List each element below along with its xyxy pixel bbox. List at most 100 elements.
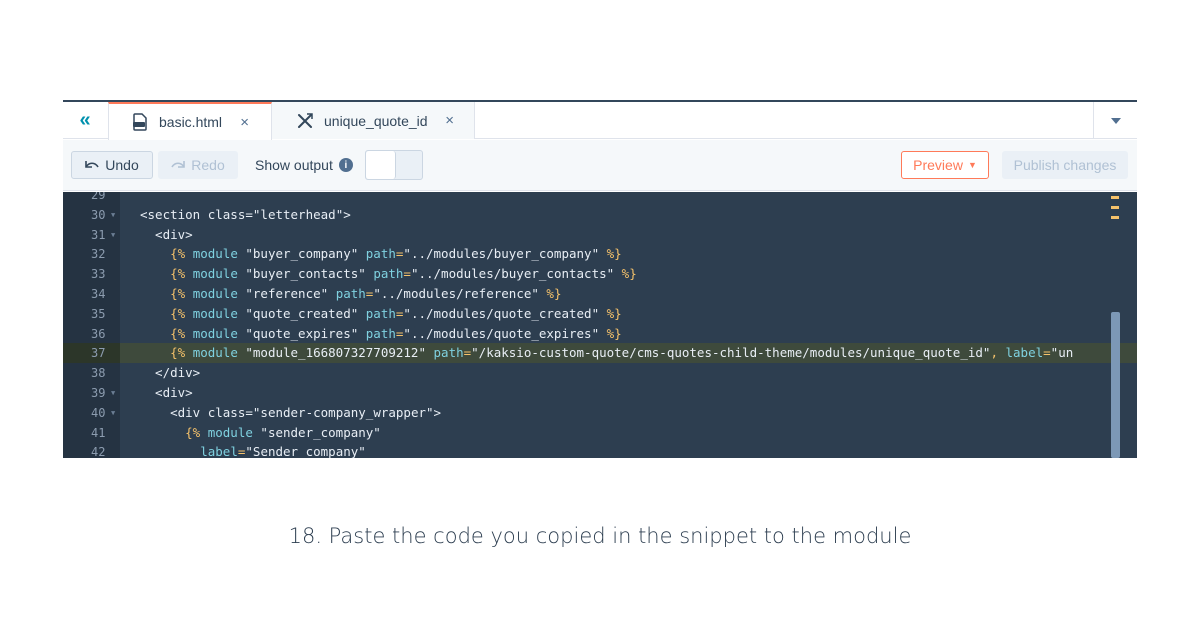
fold-arrow-icon[interactable]: ▼ [111, 225, 115, 245]
code-token: <div [140, 404, 208, 420]
code-text: <div class="sender-company_wrapper"> [140, 403, 441, 423]
code-text: {% module "sender_company" [140, 423, 381, 443]
code-line[interactable]: 40 ▼ <div class="sender-company_wrapper"> [63, 403, 1137, 423]
show-output-label: Show output i [255, 157, 353, 173]
code-token: "../modules/quote_expires" [403, 325, 600, 341]
code-token: "../modules/buyer_company" [403, 246, 600, 262]
undo-icon [85, 160, 99, 170]
tab-bar: « basic.html × unique_quote_id × [63, 102, 1137, 140]
line-number: 38 [91, 366, 106, 381]
publish-label: Publish changes [1013, 157, 1117, 173]
preview-label: Preview [913, 157, 963, 173]
caret-down-icon: ▼ [967, 160, 977, 170]
code-line[interactable]: 41 {% module "sender_company" [63, 423, 1137, 443]
change-marker [1111, 206, 1119, 209]
tab-basic-html[interactable]: basic.html × [108, 102, 272, 140]
publish-changes-button[interactable]: Publish changes [1002, 151, 1128, 179]
step-caption: 18. Paste the code you copied in the sni… [288, 524, 912, 548]
code-editor[interactable]: 29 30 ▼ <section class="letterhead"> 31 ▼ <di… [63, 192, 1137, 458]
code-text: {% module "buyer_company" path="../modul… [140, 244, 622, 264]
close-icon[interactable]: × [445, 112, 454, 129]
code-token: %} [614, 266, 637, 282]
line-number: 33 [91, 267, 106, 282]
tab-label: basic.html [159, 114, 223, 130]
code-token: {% [140, 266, 193, 282]
caret-down-icon[interactable] [1093, 102, 1137, 139]
code-token: <div> [140, 226, 193, 242]
code-line[interactable]: 35 {% module "quote_created" path="../mo… [63, 304, 1137, 324]
code-token: {% [140, 286, 193, 301]
code-token: path [335, 286, 366, 301]
code-token: module [192, 345, 238, 361]
code-token: = [245, 206, 253, 222]
code-token: = [403, 266, 411, 282]
code-line[interactable]: 33 {% module "buyer_contacts" path="../m… [63, 264, 1137, 284]
code-token: "quote_created" [237, 305, 366, 321]
line-number: 36 [91, 326, 106, 341]
code-token: > [433, 404, 442, 420]
toolbar: Undo Redo Show output i Preview ▼ Publis… [63, 140, 1137, 191]
code-line[interactable]: 32 {% module "buyer_company" path="../mo… [63, 244, 1137, 264]
tab-label: unique_quote_id [324, 112, 428, 129]
code-token: module [192, 305, 238, 321]
redo-label: Redo [191, 157, 225, 173]
code-token: "quote_expires" [237, 325, 366, 341]
code-token: = [245, 404, 253, 420]
code-token: path [373, 266, 404, 282]
code-token: %} [599, 305, 622, 321]
code-token: class [207, 206, 246, 222]
code-token: "../modules/quote_created" [403, 305, 600, 321]
code-line[interactable]: 42 label="Sender company" [63, 442, 1137, 458]
fold-arrow-icon[interactable]: ▼ [111, 403, 115, 423]
undo-button[interactable]: Undo [71, 151, 153, 179]
code-token: "../modules/buyer_contacts" [410, 266, 615, 282]
preview-button[interactable]: Preview ▼ [901, 151, 989, 179]
code-token: "module_166807327709212" [237, 345, 434, 361]
info-icon[interactable]: i [338, 158, 353, 172]
code-line[interactable]: 36 {% module "quote_expires" path="../mo… [63, 324, 1137, 344]
change-marker [1111, 216, 1119, 219]
redo-button[interactable]: Redo [158, 151, 238, 179]
code-token: module [192, 286, 238, 301]
code-line[interactable]: 31 ▼ <div> [63, 225, 1137, 245]
code-token: "../modules/reference" [373, 286, 539, 301]
code-token: module [192, 246, 238, 262]
code-line-highlighted[interactable]: 37 {% module "module_166807327709212" pa… [63, 343, 1137, 364]
double-chevron-left-icon[interactable]: « [63, 102, 107, 139]
code-token: <section [140, 206, 208, 222]
close-icon[interactable]: × [240, 114, 249, 131]
undo-label: Undo [105, 157, 139, 173]
line-number: 35 [91, 306, 106, 321]
code-token: "reference" [237, 286, 336, 301]
tools-icon [296, 112, 314, 130]
change-markers [1111, 196, 1119, 226]
code-text: {% module "quote_created" path="../modul… [140, 304, 622, 324]
tab-unique-quote-id[interactable]: unique_quote_id × [272, 102, 475, 139]
fold-arrow-icon[interactable]: ▼ [111, 383, 115, 403]
code-token: {% [140, 424, 208, 440]
vertical-scrollbar[interactable] [1111, 312, 1120, 458]
line-number: 32 [91, 247, 106, 262]
code-line[interactable]: 29 [63, 192, 1137, 205]
code-token: {% [140, 325, 193, 341]
fold-arrow-icon[interactable]: ▼ [111, 205, 115, 225]
code-token: path [365, 246, 396, 262]
code-line[interactable]: 39 ▼ <div> [63, 383, 1137, 403]
code-token: , [990, 345, 1006, 361]
code-token: %} [599, 246, 622, 262]
code-token: path [365, 325, 396, 341]
editor-window: « basic.html × unique_quote_id × Undo Re… [63, 100, 1137, 458]
show-output-toggle[interactable] [365, 150, 423, 180]
code-token: path [433, 345, 464, 361]
line-number: 29 [91, 192, 106, 202]
code-text: </div> [140, 363, 200, 383]
code-line[interactable]: 30 ▼ <section class="letterhead"> [63, 205, 1137, 225]
change-marker [1111, 196, 1119, 199]
code-line[interactable]: 38 </div> [63, 363, 1137, 383]
code-line[interactable]: 34 {% module "reference" path="../module… [63, 284, 1137, 304]
code-token: {% [140, 345, 193, 361]
line-number: 34 [91, 287, 106, 301]
code-text: {% module "quote_expires" path="../modul… [140, 324, 622, 344]
redo-icon [171, 160, 186, 170]
